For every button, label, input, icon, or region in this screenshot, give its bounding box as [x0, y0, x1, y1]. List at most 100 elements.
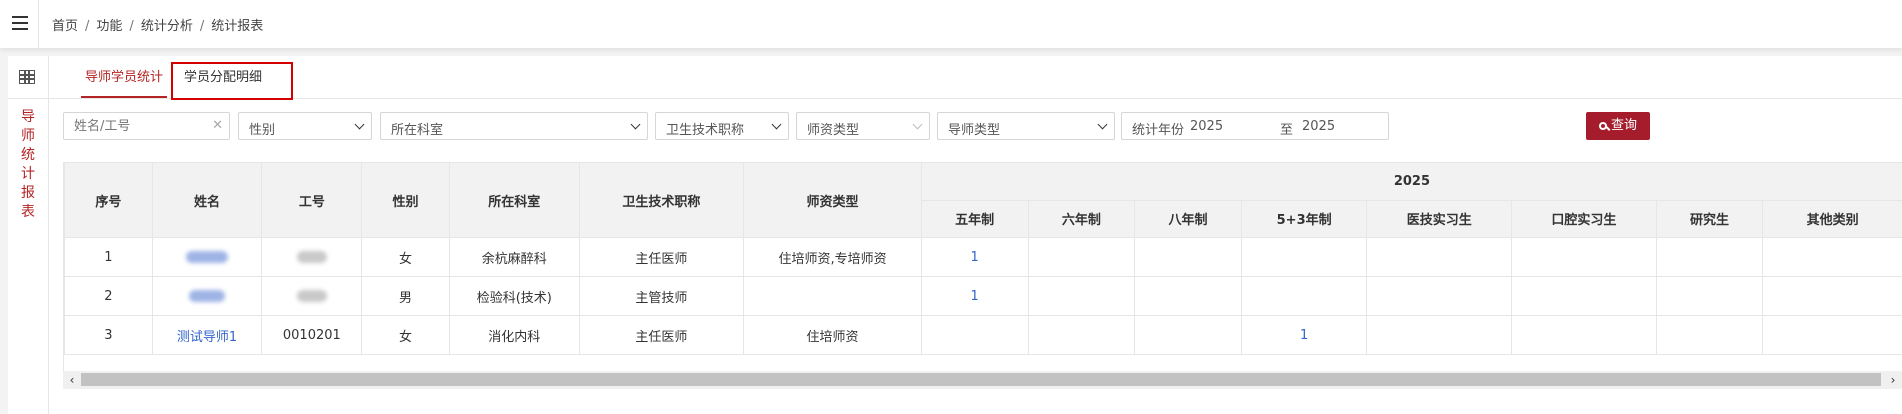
tab-bar: 导师学员统计 学员分配明细 — [49, 56, 1902, 100]
cell-teacher-type — [743, 276, 922, 316]
cell-count[interactable]: 1 — [920, 237, 1029, 277]
cell-index: 1 — [64, 237, 153, 277]
department-select[interactable]: 所在科室 — [380, 112, 648, 140]
count-link[interactable]: 1 — [971, 250, 979, 265]
cell-count — [1240, 237, 1368, 277]
horizontal-scrollbar[interactable]: ‹ › — [63, 371, 1902, 389]
header-department: 所在科室 — [448, 162, 580, 238]
cell-count — [1134, 315, 1242, 355]
filter-bar: ✕ 性别 所在科室 卫生技术职称 师资类型 导师类型 统计年份 2025 至 2… — [49, 112, 1902, 142]
stats-table: 序号 姓名 工号 性别 所在科室 卫生技术职称 师资类型 2025 五年制 六年… — [64, 162, 1902, 355]
cell-name[interactable] — [151, 237, 263, 277]
breadcrumb-analysis[interactable]: 统计分析 — [141, 19, 193, 34]
count-link[interactable]: 1 — [1300, 328, 1308, 343]
cell-count — [1511, 315, 1657, 355]
cell-index: 3 — [64, 315, 153, 355]
redacted-id — [296, 290, 327, 302]
cell-department: 检验科(技术) — [448, 276, 580, 316]
header-name: 姓名 — [151, 162, 263, 238]
gender-select[interactable]: 性别 — [238, 112, 372, 140]
table-row: 1 女 余杭麻醉科 主任医师 住培师资,专培师资 1 — [64, 237, 1902, 277]
cell-index: 2 — [64, 276, 153, 316]
cell-count — [1027, 276, 1136, 316]
name-search-field: ✕ — [63, 112, 230, 140]
redacted-id — [296, 251, 327, 263]
query-button[interactable]: 查询 — [1586, 112, 1650, 140]
cell-title: 主管技师 — [578, 276, 745, 316]
breadcrumb-home[interactable]: 首页 — [52, 19, 78, 34]
cell-name[interactable] — [151, 276, 263, 316]
chevron-down-icon — [771, 119, 782, 130]
mentor-type-select[interactable]: 导师类型 — [937, 112, 1115, 140]
cell-id — [261, 276, 363, 316]
side-title[interactable]: 导师统计报表 — [21, 108, 35, 222]
cell-title: 主任医师 — [578, 315, 745, 355]
year-from[interactable]: 2025 — [1190, 119, 1223, 134]
cell-count — [1027, 237, 1136, 277]
header-sub: 其他类别 — [1762, 199, 1902, 238]
header-sub: 口腔实习生 — [1511, 199, 1657, 238]
cell-name[interactable]: 测试导师1 — [151, 315, 263, 355]
count-link[interactable]: 1 — [971, 289, 979, 304]
cell-gender: 女 — [361, 237, 450, 277]
side-panel: 导师统计报表 — [8, 56, 49, 414]
table-row: 3 测试导师1 0010201 女 消化内科 主任医师 住培师资 1 — [64, 315, 1902, 355]
cell-id — [261, 237, 363, 277]
scrollbar-thumb[interactable] — [81, 373, 1881, 386]
teacher-type-select-value: 师资类型 — [807, 123, 860, 138]
cell-count — [1134, 276, 1242, 316]
scroll-right-icon[interactable]: › — [1886, 373, 1900, 387]
mentor-name-link[interactable]: 测试导师1 — [177, 330, 237, 345]
header-title: 卫生技术职称 — [578, 162, 745, 238]
cell-department: 余杭麻醉科 — [448, 237, 580, 277]
header-sub: 5+3年制 — [1240, 199, 1368, 238]
cell-count — [1134, 237, 1242, 277]
header-index: 序号 — [64, 162, 153, 238]
topbar-divider — [38, 0, 39, 48]
breadcrumb-separator: / — [85, 19, 90, 34]
header-year-group: 2025 — [920, 162, 1902, 201]
gender-select-value: 性别 — [249, 123, 276, 138]
cell-count — [1511, 276, 1657, 316]
cell-count — [1655, 315, 1764, 355]
cell-count — [1027, 315, 1136, 355]
chevron-down-icon — [354, 119, 365, 130]
year-range-label: 统计年份 — [1132, 123, 1185, 138]
breadcrumb-report: 统计报表 — [211, 19, 264, 34]
menu-icon[interactable] — [10, 12, 30, 34]
table-icon[interactable] — [19, 70, 35, 84]
tab-mentor-student-stats[interactable]: 导师学员统计 — [81, 66, 168, 98]
side-divider — [8, 98, 48, 99]
cell-count[interactable]: 1 — [1240, 315, 1368, 355]
department-select-value: 所在科室 — [391, 123, 444, 138]
year-to[interactable]: 2025 — [1302, 119, 1335, 134]
tab-student-assignment-detail[interactable]: 学员分配明细 — [184, 66, 262, 98]
cell-id: 0010201 — [261, 315, 363, 355]
header-id: 工号 — [261, 162, 363, 238]
scroll-left-icon[interactable]: ‹ — [65, 373, 79, 387]
title-select-value: 卫生技术职称 — [666, 123, 745, 138]
cell-gender: 女 — [361, 315, 450, 355]
header-sub: 八年制 — [1134, 199, 1242, 238]
year-to-label: 至 — [1280, 123, 1294, 138]
breadcrumb-function[interactable]: 功能 — [96, 19, 122, 34]
cell-department: 消化内科 — [448, 315, 580, 355]
header-sub: 五年制 — [920, 199, 1029, 238]
breadcrumb-separator: / — [129, 19, 134, 34]
cell-count — [1655, 237, 1764, 277]
title-select[interactable]: 卫生技术职称 — [655, 112, 789, 140]
clear-icon[interactable]: ✕ — [212, 118, 223, 133]
cell-count[interactable]: 1 — [920, 276, 1029, 316]
year-range-field[interactable]: 统计年份 2025 至 2025 — [1121, 112, 1389, 140]
header-gender: 性别 — [361, 162, 450, 238]
table-row: 2 男 检验科(技术) 主管技师 1 — [64, 276, 1902, 316]
redacted-name — [189, 290, 226, 302]
query-button-label: 查询 — [1610, 118, 1637, 133]
chevron-down-icon — [1097, 119, 1108, 130]
main-panel: 导师学员统计 学员分配明细 ✕ 性别 所在科室 卫生技术职称 师资类型 导师类型 — [49, 56, 1902, 414]
name-search-input[interactable] — [64, 113, 229, 139]
teacher-type-select[interactable]: 师资类型 — [796, 112, 930, 140]
cell-count — [1762, 237, 1902, 277]
cell-count — [1366, 237, 1513, 277]
cell-teacher-type: 住培师资 — [743, 315, 922, 355]
